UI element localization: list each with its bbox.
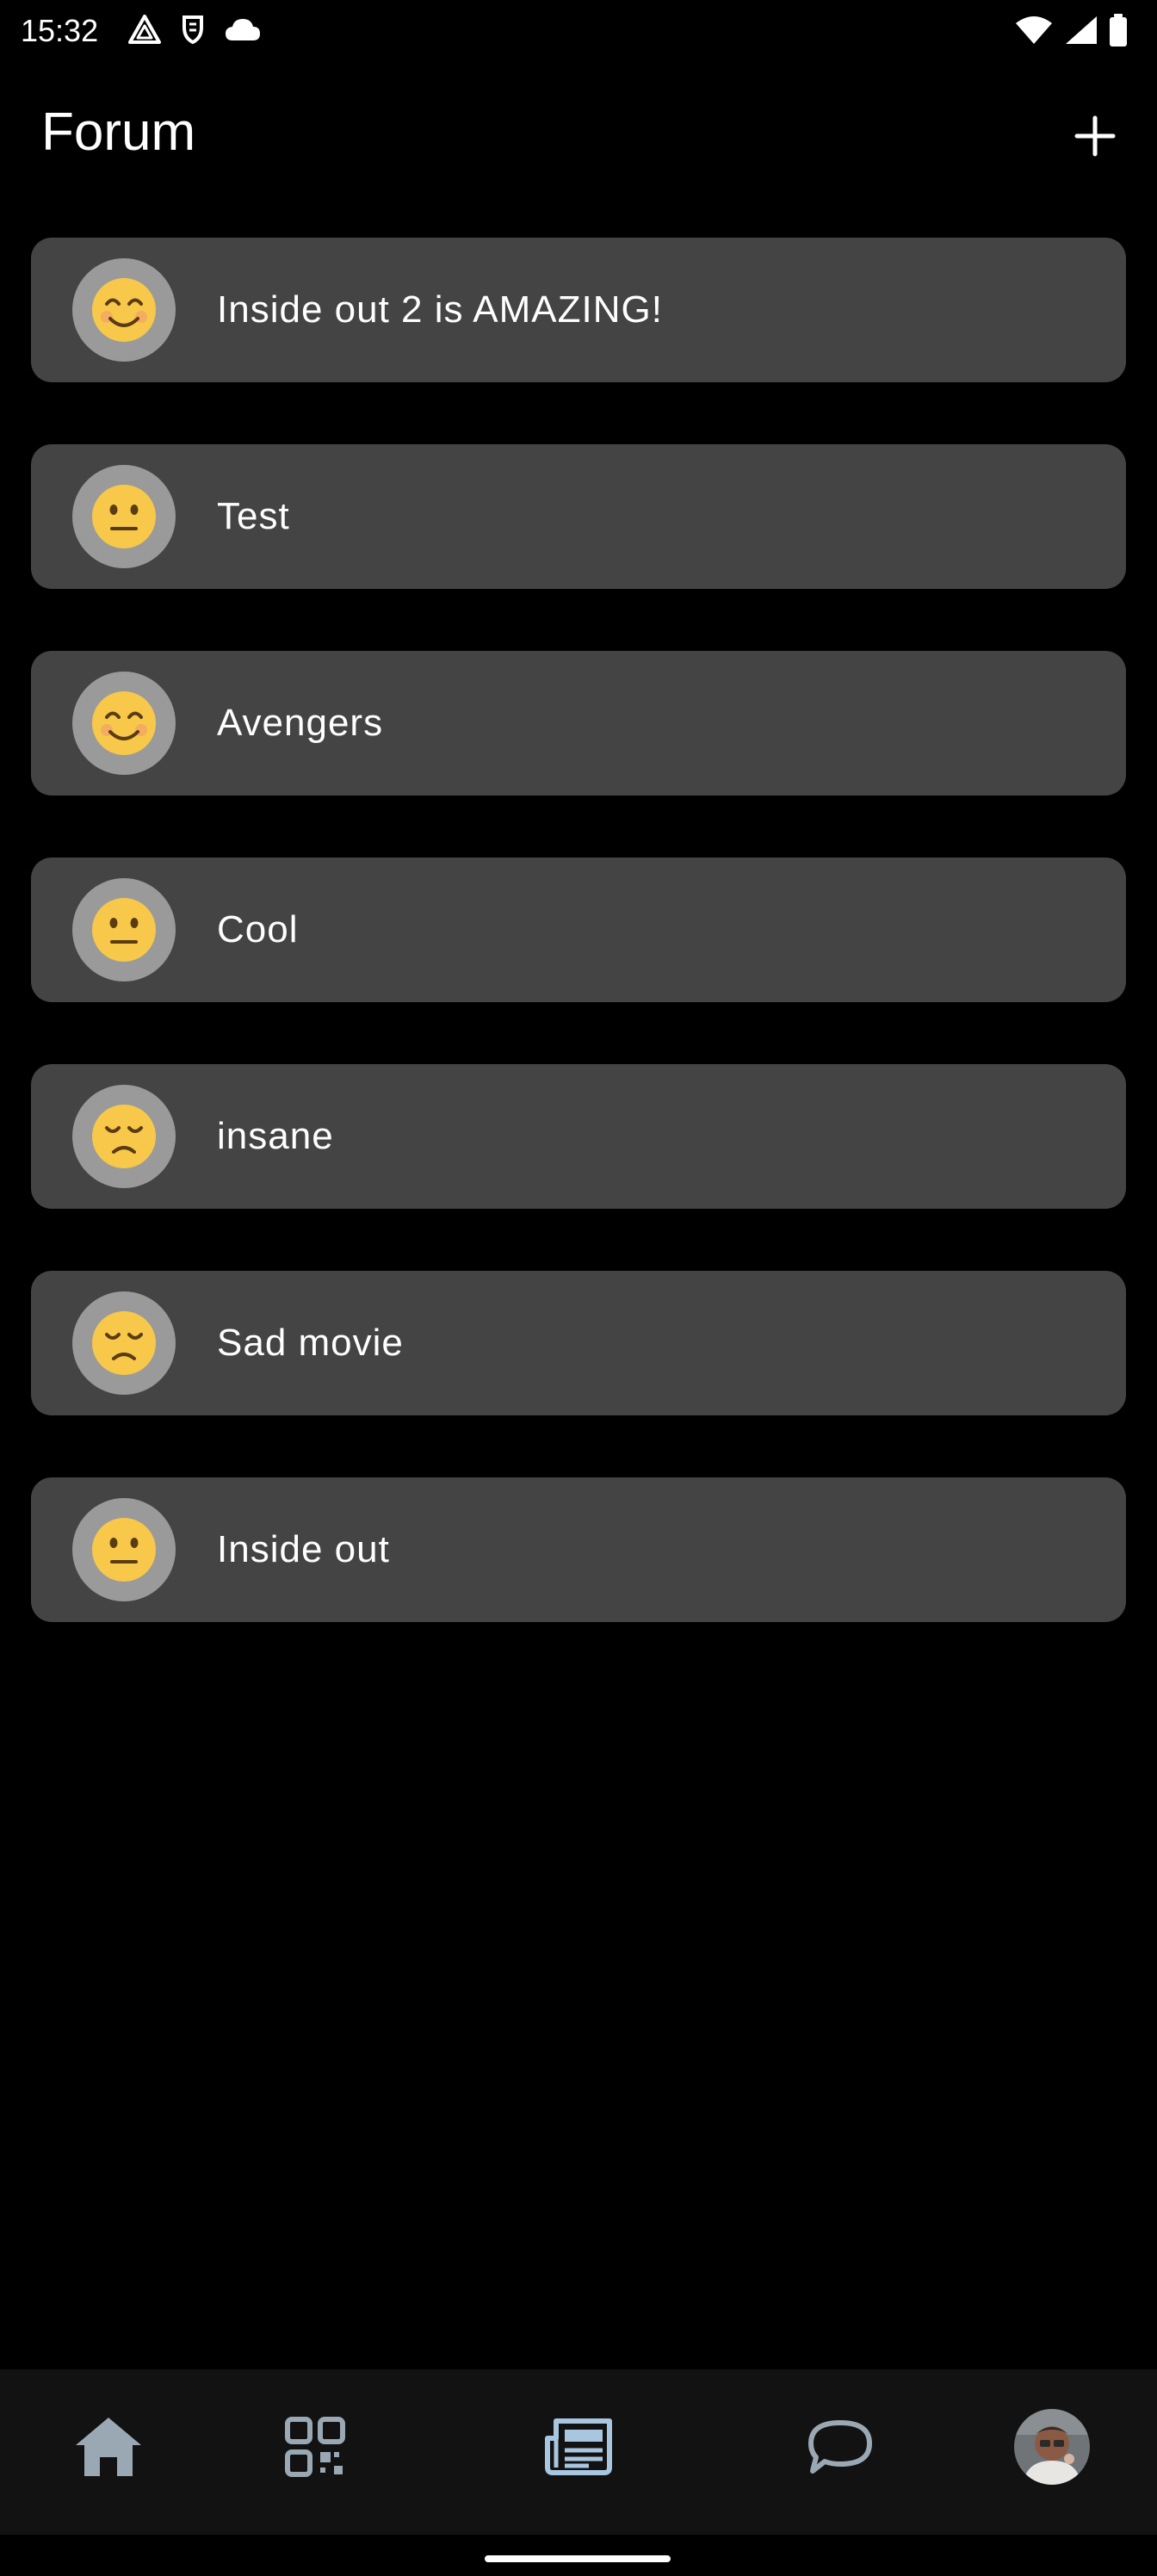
forum-avatar xyxy=(72,258,176,362)
triangle-alert-icon xyxy=(127,14,162,45)
nav-chat[interactable] xyxy=(792,2404,888,2490)
forum-item-label: Inside out 2 is AMAZING! xyxy=(217,288,663,331)
plus-icon xyxy=(1074,115,1116,157)
forum-item[interactable]: Inside out xyxy=(31,1477,1126,1622)
battery-icon xyxy=(1109,14,1128,46)
qr-code-icon xyxy=(285,2417,345,2477)
neutral-face-icon xyxy=(92,898,156,962)
status-time: 15:32 xyxy=(21,13,99,48)
neutral-face-icon xyxy=(92,485,156,548)
forum-item[interactable]: insane xyxy=(31,1064,1126,1209)
forum-avatar xyxy=(72,878,176,981)
forum-item[interactable]: Avengers xyxy=(31,651,1126,796)
shield-icon xyxy=(179,14,207,45)
forum-icon xyxy=(545,2418,612,2475)
forum-item[interactable]: Sad movie xyxy=(31,1271,1126,1415)
page-title: Forum xyxy=(41,102,196,162)
forum-avatar xyxy=(72,1498,176,1601)
nav-home[interactable] xyxy=(60,2404,157,2490)
status-notification-icons xyxy=(127,14,262,45)
add-forum-button[interactable] xyxy=(1057,98,1133,174)
bottom-navigation xyxy=(0,2369,1157,2535)
signal-icon xyxy=(1064,15,1098,46)
cloud-icon xyxy=(224,16,262,42)
sad-face-icon xyxy=(92,1105,156,1168)
forum-item[interactable]: Test xyxy=(31,444,1126,589)
forum-item-label: Cool xyxy=(217,908,299,951)
wifi-icon xyxy=(1014,15,1054,46)
forum-item-label: insane xyxy=(217,1115,334,1157)
sad-face-icon xyxy=(92,1311,156,1375)
happy-face-icon xyxy=(92,278,156,342)
nav-profile[interactable] xyxy=(1004,2404,1100,2490)
nav-forum[interactable] xyxy=(530,2404,627,2490)
forum-item-label: Test xyxy=(217,495,290,537)
app-bar: Forum xyxy=(0,83,1157,186)
forum-list: Inside out 2 is AMAZING! Test Avengers C… xyxy=(31,238,1126,1622)
forum-avatar xyxy=(72,1085,176,1188)
gesture-handle[interactable] xyxy=(485,2555,671,2562)
forum-item-label: Inside out xyxy=(217,1528,390,1570)
forum-item[interactable]: Inside out 2 is AMAZING! xyxy=(31,238,1126,382)
nav-qr-code[interactable] xyxy=(267,2404,363,2490)
happy-face-icon xyxy=(92,691,156,755)
forum-item-label: Sad movie xyxy=(217,1322,404,1364)
home-icon xyxy=(76,2418,141,2476)
neutral-face-icon xyxy=(92,1518,156,1582)
forum-item[interactable]: Cool xyxy=(31,858,1126,1002)
status-system-icons xyxy=(1014,14,1128,46)
forum-avatar xyxy=(72,672,176,775)
status-bar: 15:32 xyxy=(0,0,1157,62)
forum-avatar xyxy=(72,465,176,568)
profile-avatar xyxy=(1014,2409,1090,2485)
forum-avatar xyxy=(72,1291,176,1395)
forum-item-label: Avengers xyxy=(217,702,384,744)
chat-icon xyxy=(808,2420,872,2474)
